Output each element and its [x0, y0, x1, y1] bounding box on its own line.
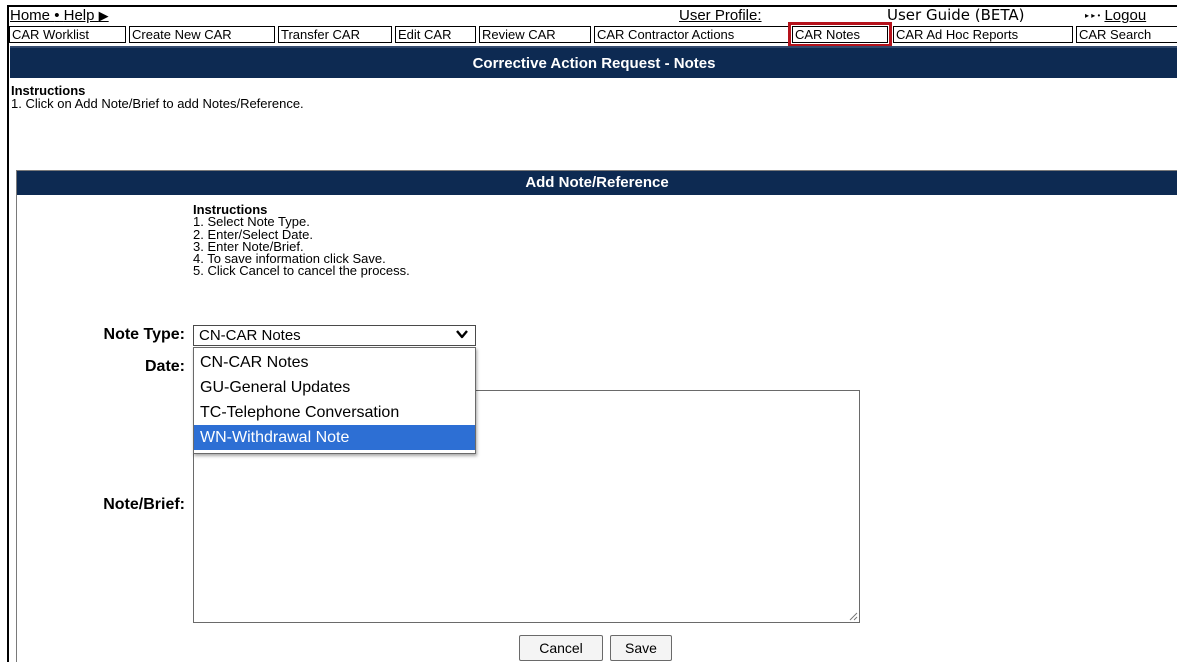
save-button[interactable]: Save — [610, 635, 672, 661]
note-type-label: Note Type: — [103, 326, 185, 343]
separator: • — [54, 7, 60, 24]
dropdown-option-wn[interactable]: WN-Withdrawal Note — [194, 425, 475, 450]
note-type-dropdown: CN-CAR Notes GU-General Updates TC-Telep… — [193, 347, 476, 454]
logout-prefix-icon: ▸ ▸ • — [1085, 11, 1101, 20]
tab-car-contractor-actions[interactable]: CAR Contractor Actions — [594, 26, 789, 43]
chevron-down-icon — [456, 330, 468, 339]
tab-car-search[interactable]: CAR Search — [1076, 26, 1177, 43]
page-title: Corrective Action Request - Notes — [10, 46, 1177, 78]
tab-transfer-car[interactable]: Transfer CAR — [278, 26, 392, 43]
user-profile-link[interactable]: User Profile: — [679, 7, 762, 25]
resize-grip-icon[interactable] — [848, 611, 858, 621]
form-instruction-line: 5. Click Cancel to cancel the process. — [193, 263, 410, 279]
top-bar: Home • Help ▶ User Profile: User Guide (… — [9, 7, 1177, 25]
form-instructions: Instructions 1. Select Note Type. 2. Ent… — [193, 203, 410, 279]
note-type-select[interactable]: CN-CAR Notes — [193, 325, 476, 346]
dropdown-option-cn[interactable]: CN-CAR Notes — [194, 350, 475, 375]
logout-link[interactable]: Logou — [1104, 7, 1146, 24]
dropdown-option-tc[interactable]: TC-Telephone Conversation — [194, 400, 475, 425]
note-brief-label: Note/Brief: — [103, 496, 185, 513]
help-link[interactable]: Help — [64, 7, 95, 24]
logout-group: ▸ ▸ • Logou — [1085, 7, 1146, 25]
tab-review-car[interactable]: Review CAR — [479, 26, 591, 43]
top-links: Home • Help ▶ — [10, 7, 109, 25]
tab-edit-car[interactable]: Edit CAR — [395, 26, 476, 43]
nav-tabs: CAR Worklist Create New CAR Transfer CAR… — [9, 22, 1177, 47]
app-frame: Home • Help ▶ User Profile: User Guide (… — [7, 5, 1177, 662]
add-note-header: Add Note/Reference — [17, 171, 1177, 195]
dropdown-option-gu[interactable]: GU-General Updates — [194, 375, 475, 400]
user-guide-label[interactable]: User Guide (BETA) — [887, 7, 1025, 24]
add-note-card: Add Note/Reference Instructions 1. Selec… — [16, 170, 1177, 662]
home-link[interactable]: Home — [10, 7, 50, 24]
tab-create-new-car[interactable]: Create New CAR — [129, 26, 275, 43]
note-type-value: CN-CAR Notes — [199, 327, 301, 344]
page-instruction-line: 1. Click on Add Note/Brief to add Notes/… — [11, 96, 304, 111]
tab-car-notes[interactable]: CAR Notes — [788, 22, 892, 47]
date-label: Date: — [144, 358, 185, 375]
tab-car-ad-hoc-reports[interactable]: CAR Ad Hoc Reports — [893, 26, 1073, 43]
cancel-button[interactable]: Cancel — [519, 635, 603, 661]
help-arrow-icon[interactable]: ▶ — [99, 8, 109, 23]
tab-car-worklist[interactable]: CAR Worklist — [9, 26, 126, 43]
page-instructions: Instructions 1. Click on Add Note/Brief … — [11, 84, 304, 110]
